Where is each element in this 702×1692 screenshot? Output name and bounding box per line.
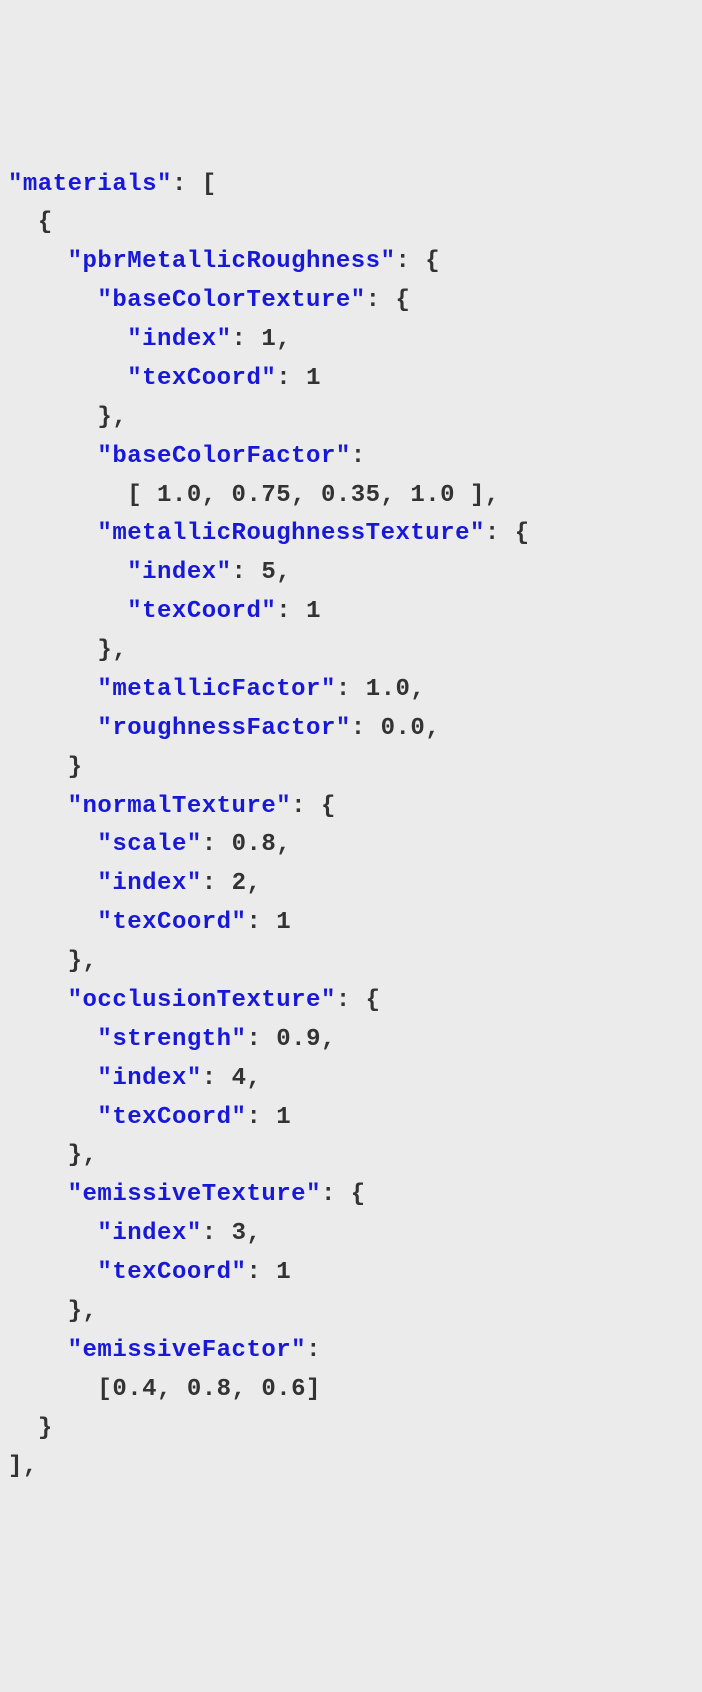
- normaltexture-scale-value: 0.8: [232, 831, 277, 858]
- emissivetexture-index-value: 3: [232, 1220, 247, 1247]
- normaltexture-key: normalTexture: [83, 793, 277, 820]
- metallicfactor-key: metallicFactor: [112, 676, 321, 703]
- texcoord-key: texCoord: [142, 598, 261, 625]
- index-key: index: [142, 326, 217, 353]
- root-key: materials: [23, 171, 157, 198]
- occlusiontexture-strength-value: 0.9: [276, 1026, 321, 1053]
- texcoord-key: texCoord: [112, 909, 231, 936]
- json-code-block: "materials": [ { "pbrMetallicRoughness":…: [8, 166, 694, 1488]
- basecolortexture-key: baseColorTexture: [112, 287, 350, 314]
- index-key: index: [142, 559, 217, 586]
- basecolortexture-texcoord-value: 1: [306, 365, 321, 392]
- metallicroughnesstexture-index-value: 5: [261, 559, 276, 586]
- texcoord-key: texCoord: [142, 365, 261, 392]
- basecolorfactor-value: [ 1.0, 0.75, 0.35, 1.0 ]: [127, 482, 485, 509]
- metallicroughnesstexture-texcoord-value: 1: [306, 598, 321, 625]
- texcoord-key: texCoord: [112, 1104, 231, 1131]
- basecolorfactor-key: baseColorFactor: [112, 443, 336, 470]
- metallicroughnesstexture-key: metallicRoughnessTexture: [112, 520, 470, 547]
- emissivetexture-texcoord-value: 1: [276, 1259, 291, 1286]
- normaltexture-texcoord-value: 1: [276, 909, 291, 936]
- emissivefactor-value: [0.4, 0.8, 0.6]: [97, 1376, 321, 1403]
- roughnessfactor-value: 0.0: [381, 715, 426, 742]
- index-key: index: [112, 870, 187, 897]
- occlusiontexture-key: occlusionTexture: [83, 987, 321, 1014]
- basecolortexture-index-value: 1: [261, 326, 276, 353]
- occlusiontexture-texcoord-value: 1: [276, 1104, 291, 1131]
- scale-key: scale: [112, 831, 187, 858]
- metallicfactor-value: 1.0: [366, 676, 411, 703]
- pbr-key: pbrMetallicRoughness: [83, 248, 381, 275]
- index-key: index: [112, 1220, 187, 1247]
- roughnessfactor-key: roughnessFactor: [112, 715, 336, 742]
- emissivefactor-key: emissiveFactor: [83, 1337, 292, 1364]
- index-key: index: [112, 1065, 187, 1092]
- normaltexture-index-value: 2: [232, 870, 247, 897]
- texcoord-key: texCoord: [112, 1259, 231, 1286]
- occlusiontexture-index-value: 4: [232, 1065, 247, 1092]
- emissivetexture-key: emissiveTexture: [83, 1181, 307, 1208]
- strength-key: strength: [112, 1026, 231, 1053]
